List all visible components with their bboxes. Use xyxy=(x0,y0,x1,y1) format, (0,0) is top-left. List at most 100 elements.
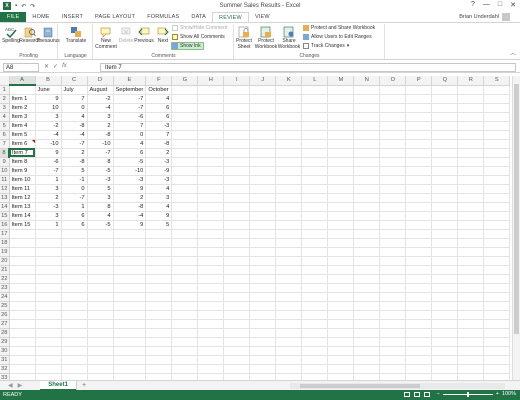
cell[interactable] xyxy=(379,130,407,140)
cell[interactable] xyxy=(353,211,381,221)
cell[interactable] xyxy=(275,193,303,203)
cell[interactable] xyxy=(457,292,485,302)
show-hide-comment-button[interactable]: Show/Hide Comment xyxy=(172,25,227,31)
cell[interactable] xyxy=(171,220,199,230)
cell[interactable]: 1 xyxy=(35,175,62,185)
cell[interactable] xyxy=(113,283,147,293)
cell[interactable]: -10 xyxy=(35,139,62,149)
row-header[interactable]: 19 xyxy=(0,247,10,257)
cell[interactable] xyxy=(275,211,303,221)
cell[interactable] xyxy=(87,346,114,356)
cell[interactable] xyxy=(431,184,459,194)
zoom-slider-knob[interactable] xyxy=(466,391,469,397)
cell[interactable] xyxy=(171,256,199,266)
protect-sheet-button[interactable]: Protect Sheet xyxy=(235,26,253,50)
cell[interactable] xyxy=(197,274,225,284)
cell[interactable]: 3 xyxy=(35,112,62,122)
cell[interactable] xyxy=(327,202,355,212)
cell[interactable] xyxy=(249,139,277,149)
cell[interactable] xyxy=(405,94,433,104)
cell[interactable] xyxy=(353,292,381,302)
cell[interactable] xyxy=(9,229,36,239)
cell[interactable] xyxy=(197,184,225,194)
cell[interactable] xyxy=(223,319,251,329)
cell[interactable]: 9 xyxy=(113,220,147,230)
cell[interactable] xyxy=(457,355,485,365)
horizontal-scrollbar[interactable] xyxy=(290,383,505,389)
cell[interactable] xyxy=(275,364,303,374)
cell[interactable] xyxy=(457,274,485,284)
cell[interactable]: 8 xyxy=(87,202,114,212)
cell[interactable] xyxy=(483,202,511,212)
cell[interactable] xyxy=(379,148,407,158)
column-header[interactable]: F xyxy=(145,76,173,86)
cell[interactable] xyxy=(431,247,459,257)
cell[interactable] xyxy=(61,274,88,284)
cell[interactable] xyxy=(171,202,199,212)
cell[interactable] xyxy=(379,202,407,212)
cell[interactable] xyxy=(301,202,329,212)
column-header[interactable]: D xyxy=(87,76,114,86)
cell[interactable] xyxy=(35,346,62,356)
cell[interactable] xyxy=(35,355,62,365)
protect-workbook-button[interactable]: Protect Workbook xyxy=(254,26,278,50)
cell[interactable] xyxy=(223,103,251,113)
cell[interactable] xyxy=(223,346,251,356)
cell[interactable] xyxy=(301,292,329,302)
cell[interactable] xyxy=(61,319,88,329)
row-header[interactable]: 26 xyxy=(0,310,10,320)
cell[interactable] xyxy=(223,247,251,257)
cell[interactable] xyxy=(249,112,277,122)
cell[interactable] xyxy=(223,130,251,140)
cell[interactable] xyxy=(223,337,251,347)
cell[interactable] xyxy=(483,220,511,230)
cell[interactable] xyxy=(301,337,329,347)
cell[interactable] xyxy=(113,328,147,338)
cell[interactable] xyxy=(171,283,199,293)
cell[interactable] xyxy=(431,148,459,158)
cell[interactable] xyxy=(197,238,225,248)
cell[interactable] xyxy=(301,319,329,329)
zoom-in-icon[interactable]: + xyxy=(496,391,499,397)
cell[interactable] xyxy=(145,265,173,275)
cell[interactable] xyxy=(249,175,277,185)
cell[interactable]: Item 9 xyxy=(9,166,36,176)
cell[interactable] xyxy=(223,175,251,185)
cell[interactable] xyxy=(275,94,303,104)
cell[interactable] xyxy=(197,193,225,203)
cell[interactable]: -8 xyxy=(113,202,147,212)
cell[interactable] xyxy=(327,328,355,338)
cell[interactable] xyxy=(223,139,251,149)
cell[interactable] xyxy=(197,166,225,176)
cell[interactable] xyxy=(171,139,199,149)
row-header[interactable]: 3 xyxy=(0,103,10,113)
cell[interactable] xyxy=(379,364,407,374)
cell[interactable] xyxy=(457,346,485,356)
cell[interactable] xyxy=(301,211,329,221)
cell[interactable] xyxy=(405,139,433,149)
cell[interactable] xyxy=(483,229,511,239)
cell[interactable] xyxy=(405,238,433,248)
cell[interactable]: 4 xyxy=(113,139,147,149)
cell[interactable]: August xyxy=(87,85,114,95)
cell[interactable] xyxy=(197,310,225,320)
cell[interactable] xyxy=(9,238,36,248)
share-workbook-button[interactable]: Share Workbook xyxy=(278,26,300,50)
cell[interactable] xyxy=(113,355,147,365)
cell[interactable] xyxy=(275,229,303,239)
cell[interactable] xyxy=(171,121,199,131)
cell[interactable] xyxy=(9,265,36,275)
cell[interactable] xyxy=(301,148,329,158)
cell[interactable] xyxy=(483,112,511,122)
cell[interactable] xyxy=(249,103,277,113)
cell[interactable] xyxy=(353,130,381,140)
cell[interactable] xyxy=(353,319,381,329)
cell[interactable] xyxy=(61,346,88,356)
cell[interactable]: -7 xyxy=(35,166,62,176)
cell[interactable] xyxy=(431,355,459,365)
column-header[interactable]: I xyxy=(223,76,251,86)
cell[interactable] xyxy=(327,94,355,104)
cell[interactable] xyxy=(301,157,329,167)
cell[interactable] xyxy=(87,319,114,329)
tab-home[interactable]: HOME xyxy=(26,12,55,22)
